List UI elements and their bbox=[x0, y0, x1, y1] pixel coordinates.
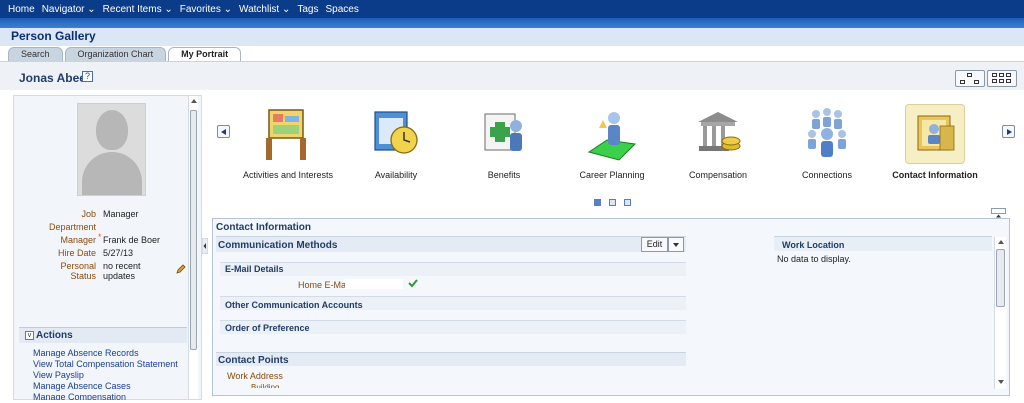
department-label: Department bbox=[48, 222, 96, 232]
edit-button[interactable]: Edit bbox=[641, 237, 668, 252]
app-title: Person Gallery bbox=[11, 29, 96, 43]
manager-label: Manager bbox=[60, 235, 96, 245]
email-details-header bbox=[220, 262, 686, 276]
nav-favorites[interactable]: Favorites ⌄ bbox=[180, 4, 232, 15]
person-name: Jonas Abee bbox=[19, 71, 86, 85]
manager-marker: * bbox=[98, 232, 102, 242]
nav-recent-items[interactable]: Recent Items ⌄ bbox=[103, 4, 173, 15]
collapse-carousel-button[interactable] bbox=[991, 208, 1006, 218]
job-value: Manager bbox=[103, 209, 139, 219]
portrait-header bbox=[0, 61, 1024, 90]
tab-strip: Search Organization Chart My Portrait bbox=[8, 47, 243, 61]
nav-navigator[interactable]: Navigator ⌄ bbox=[42, 4, 96, 15]
compensation-icon bbox=[698, 112, 741, 151]
contact-points-title: Contact Points bbox=[218, 355, 289, 366]
category-label: Activities and Interests bbox=[242, 170, 334, 180]
activities-icon bbox=[266, 109, 306, 160]
carousel-page-1[interactable] bbox=[594, 199, 601, 206]
action-view-total-compensation[interactable]: View Total Compensation Statement bbox=[33, 359, 178, 369]
email-details-title: E-Mail Details bbox=[225, 264, 284, 274]
category-label: Benefits bbox=[487, 170, 521, 180]
collapse-pane-icon[interactable] bbox=[202, 238, 208, 254]
action-manage-absence-cases[interactable]: Manage Absence Cases bbox=[33, 381, 131, 391]
chevron-right-icon bbox=[1007, 129, 1012, 135]
edit-menu-button[interactable] bbox=[668, 237, 684, 252]
carousel-page-2[interactable] bbox=[609, 199, 616, 206]
header-band bbox=[0, 18, 1024, 28]
nav-spaces[interactable]: Spaces bbox=[326, 4, 359, 15]
category-label: Availability bbox=[374, 170, 418, 180]
category-label: Connections bbox=[801, 170, 853, 180]
home-email-value bbox=[345, 279, 403, 289]
other-accounts-title: Other Communication Accounts bbox=[225, 300, 363, 310]
personal-status-label-2: Status bbox=[70, 271, 96, 281]
personal-status-value-1: no recent bbox=[103, 261, 141, 271]
tab-search[interactable]: Search bbox=[8, 47, 63, 61]
contact-information-icon bbox=[917, 115, 955, 151]
chevron-down-icon bbox=[673, 243, 679, 247]
actions-collapse-icon[interactable]: v bbox=[25, 331, 34, 340]
action-manage-absence-records[interactable]: Manage Absence Records bbox=[33, 348, 139, 358]
grid-view-button[interactable] bbox=[987, 70, 1017, 87]
carousel-next-button[interactable] bbox=[1002, 125, 1015, 138]
personal-status-value-2: updates bbox=[103, 271, 136, 281]
global-nav: Home Navigator ⌄ Recent Items ⌄ Favorite… bbox=[0, 0, 1024, 18]
building-label: Building bbox=[251, 383, 280, 388]
nav-watchlist[interactable]: Watchlist ⌄ bbox=[239, 4, 290, 15]
action-view-payslip[interactable]: View Payslip bbox=[33, 370, 84, 380]
tab-organization-chart[interactable]: Organization Chart bbox=[64, 47, 167, 61]
left-pane-scrollbar[interactable] bbox=[188, 96, 198, 399]
nav-home[interactable]: Home bbox=[8, 4, 35, 15]
category-label: Career Planning bbox=[579, 170, 645, 180]
connections-icon bbox=[808, 108, 846, 157]
nav-tags[interactable]: Tags bbox=[297, 4, 318, 15]
work-location-empty: No data to display. bbox=[777, 254, 851, 264]
action-manage-compensation[interactable]: Manage Compensation bbox=[33, 392, 126, 400]
person-photo bbox=[77, 103, 146, 196]
order-preference-title: Order of Preference bbox=[225, 323, 310, 333]
work-location-title: Work Location bbox=[782, 240, 845, 250]
org-view-button[interactable] bbox=[955, 70, 985, 87]
availability-icon bbox=[374, 111, 418, 154]
hire-date-label: Hire Date bbox=[57, 248, 96, 258]
category-label: Compensation bbox=[688, 170, 748, 180]
panel-scroll-thumb[interactable] bbox=[996, 249, 1005, 307]
title-bar bbox=[0, 28, 1024, 46]
pencil-icon[interactable] bbox=[176, 264, 186, 274]
benefits-icon bbox=[484, 113, 522, 151]
communication-methods-title: Communication Methods bbox=[218, 240, 338, 251]
chevron-left-icon bbox=[221, 129, 226, 135]
help-icon[interactable]: ? bbox=[82, 71, 93, 82]
work-address-label: Work Address bbox=[227, 371, 283, 381]
manager-value[interactable]: Frank de Boer bbox=[103, 235, 160, 245]
panel-title: Contact Information bbox=[216, 222, 311, 233]
hire-date-value: 5/27/13 bbox=[103, 248, 134, 258]
left-pane-scroll-thumb[interactable] bbox=[190, 110, 197, 350]
carousel-page-3[interactable] bbox=[624, 199, 631, 206]
personal-status-label-1: Personal bbox=[60, 261, 96, 271]
actions-title: Actions bbox=[36, 330, 73, 341]
tab-my-portrait[interactable]: My Portrait bbox=[168, 47, 242, 61]
home-email-label: Home E-Mail bbox=[298, 280, 351, 290]
job-label: Job bbox=[81, 209, 96, 219]
panel-scrollbar[interactable] bbox=[994, 237, 1006, 389]
carousel-previous-button[interactable] bbox=[217, 125, 230, 138]
category-label: Contact Information bbox=[892, 170, 978, 180]
check-icon bbox=[408, 279, 418, 288]
career-planning-icon bbox=[587, 112, 637, 161]
